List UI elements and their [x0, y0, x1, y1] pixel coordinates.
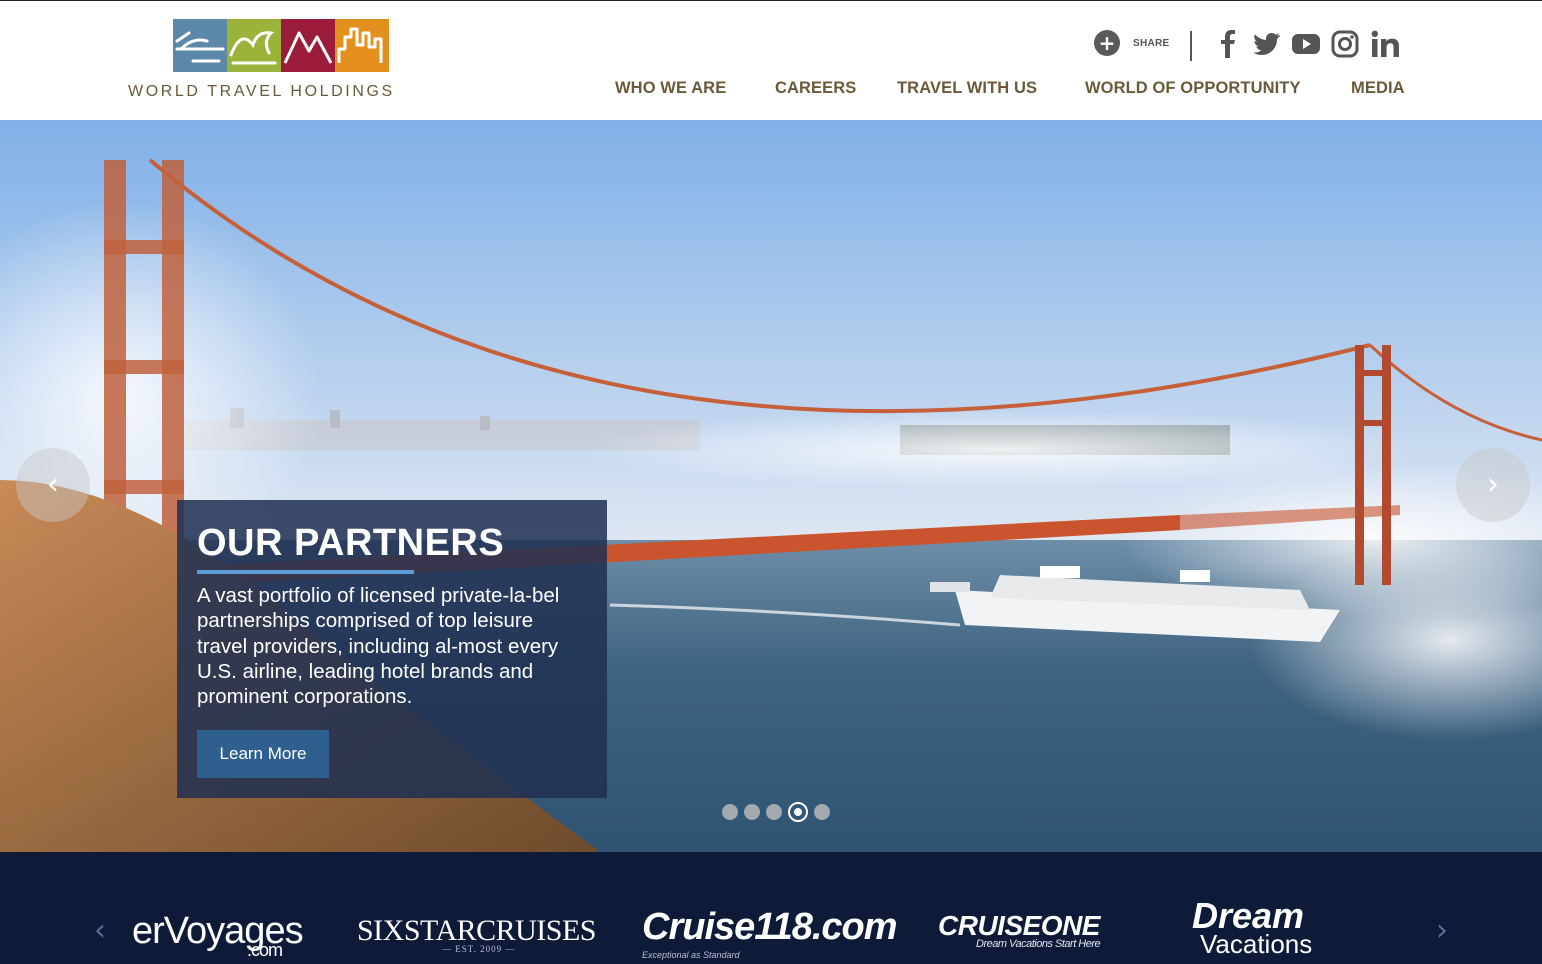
partner-logo-sixstarcruises[interactable]: SIXSTARCRUISES — EST. 2009 — — [357, 914, 597, 954]
partner-sub: Dream Vacations Start Here — [976, 938, 1101, 950]
logo-wordmark: WORLD TRAVEL HOLDINGS — [128, 83, 395, 100]
partner-name: CRUISEONE — [938, 910, 1100, 941]
logo-tile-wave — [227, 19, 281, 72]
slider-next-button[interactable]: › — [1456, 448, 1530, 522]
site-header: WORLD TRAVEL HOLDINGS + SHARE WHO WE ARE… — [0, 0, 1542, 120]
partner-logo-cruise118[interactable]: Cruise118.com Exceptional as Standard — [642, 906, 898, 960]
nav-who-we-are[interactable]: WHO WE ARE — [615, 79, 726, 98]
slide-dot-3[interactable] — [766, 804, 782, 820]
partner-name: Cruise118.com — [642, 906, 898, 948]
hero-slider: ‹ › OUR PARTNERS A vast portfolio of lic… — [0, 120, 1542, 852]
partner-sub: .com — [247, 940, 283, 960]
slide-description: A vast portfolio of licensed private-la-… — [197, 584, 560, 709]
slide-caption: OUR PARTNERS A vast portfolio of license… — [177, 500, 607, 798]
slide-dot-4-active[interactable] — [788, 802, 808, 822]
logo-tile-mountain — [281, 19, 335, 72]
partner-logo-cruiseone[interactable]: CRUISEONE Dream Vacations Start Here — [938, 910, 1101, 950]
twitter-icon[interactable] — [1253, 29, 1281, 59]
youtube-icon[interactable] — [1292, 29, 1320, 59]
partner-next-icon[interactable]: › — [1436, 916, 1448, 946]
nav-world-of-opportunity[interactable]: WORLD OF OPPORTUNITY — [1085, 79, 1301, 98]
logo-tile-bridge — [173, 19, 227, 72]
header-divider — [1190, 31, 1192, 61]
logo-tiles — [173, 19, 389, 72]
partner-name: SIXSTARCRUISES — [357, 914, 597, 947]
slide-title: OUR PARTNERS — [197, 522, 505, 564]
learn-more-button[interactable]: Learn More — [197, 730, 329, 778]
slide-dot-2[interactable] — [744, 804, 760, 820]
linkedin-icon[interactable] — [1370, 29, 1402, 59]
plus-icon: + — [1094, 30, 1120, 56]
logo-tile-skyline — [335, 19, 389, 72]
facebook-icon[interactable] — [1220, 29, 1238, 59]
slide-dot-5[interactable] — [814, 804, 830, 820]
nav-careers[interactable]: CAREERS — [775, 79, 856, 98]
partner-logo-dream-vacations[interactable]: Dream Vacations — [1192, 898, 1313, 959]
share-label: SHARE — [1133, 37, 1170, 49]
nav-travel-with-us[interactable]: TRAVEL WITH US — [897, 79, 1037, 98]
partner-carousel: ‹ › erVoyages .com SIXSTARCRUISES — EST.… — [0, 852, 1542, 964]
partner-sub: — EST. 2009 — — [442, 944, 516, 954]
slider-pagination — [722, 802, 836, 822]
instagram-icon[interactable] — [1331, 29, 1359, 59]
chevron-left-icon: ‹ — [47, 467, 59, 502]
partner-prev-icon[interactable]: ‹ — [94, 916, 106, 946]
chevron-right-icon: › — [1487, 467, 1499, 502]
partner-sub: Vacations — [1200, 929, 1313, 959]
slider-prev-button[interactable]: ‹ — [16, 448, 90, 522]
partner-sub: Exceptional as Standard — [642, 950, 740, 960]
title-underline — [197, 570, 414, 574]
nav-media[interactable]: MEDIA — [1351, 79, 1405, 98]
share-button[interactable]: + SHARE — [1094, 30, 1170, 56]
company-logo[interactable]: WORLD TRAVEL HOLDINGS — [128, 17, 438, 107]
partner-logo-voyages[interactable]: erVoyages .com — [132, 910, 304, 960]
slide-dot-1[interactable] — [722, 804, 738, 820]
